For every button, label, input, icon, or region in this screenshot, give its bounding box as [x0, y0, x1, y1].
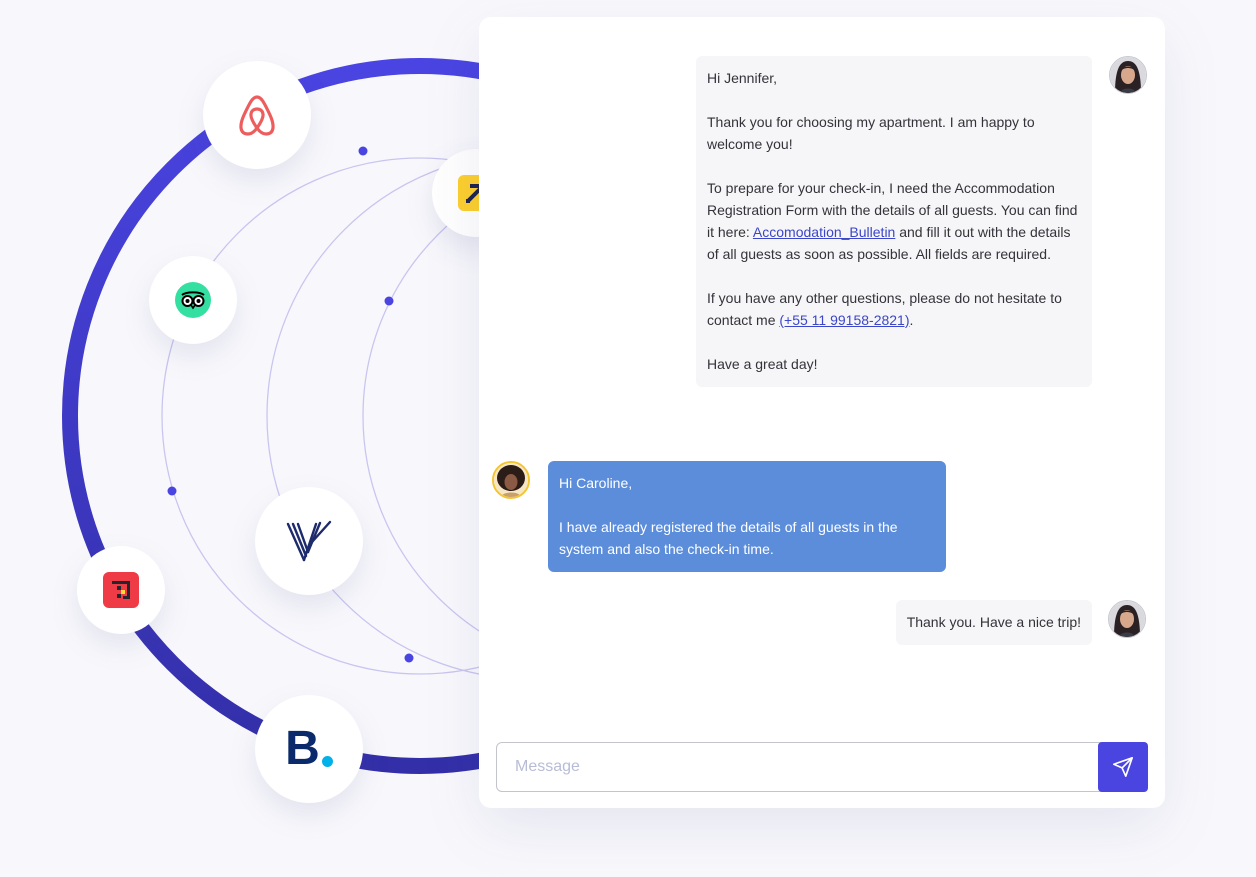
- host-avatar-image: [1109, 601, 1145, 637]
- message-text: Thank you. Have a nice trip!: [906, 614, 1081, 630]
- message-paragraph: Thank you. Have a nice trip!: [907, 611, 1081, 633]
- booking-logo: B: [255, 695, 363, 803]
- message-paragraph: Hi Jennifer,: [707, 67, 1081, 89]
- orbit-dot: [167, 486, 177, 496]
- guest-avatar: [492, 461, 530, 499]
- send-icon: [1113, 757, 1133, 777]
- message-input[interactable]: [496, 742, 1106, 792]
- host-avatar-image: [1110, 57, 1146, 93]
- message-paragraph: If you have any other questions, please …: [707, 287, 1081, 331]
- message-paragraph: Thank you for choosing my apartment. I a…: [707, 111, 1081, 155]
- message-bubble: Hi Caroline, I have already registered th…: [548, 461, 946, 572]
- message-text: Have a great day!: [707, 356, 818, 372]
- airbnb-icon: [239, 95, 275, 136]
- orbit-dot: [404, 653, 414, 663]
- host-avatar: [1109, 56, 1147, 94]
- host-avatar: [1108, 600, 1146, 638]
- message-link[interactable]: (+55 11 99158-2821): [779, 312, 909, 328]
- message-bubble: Thank you. Have a nice trip!: [895, 600, 1092, 645]
- hostfully-icon: [103, 572, 139, 608]
- message-paragraph: I have already registered the details of…: [559, 516, 935, 560]
- chat-panel: Hi Jennifer, Thank you for choosing my ap…: [479, 17, 1165, 808]
- hostfully-logo: [77, 546, 165, 634]
- message-paragraph: Have a great day!: [707, 353, 1081, 375]
- guest-avatar-image: [494, 463, 528, 497]
- tripadvisor-logo: [149, 256, 237, 344]
- message-text: I have already registered the details of…: [559, 519, 898, 557]
- message-paragraph: Hi Caroline,: [559, 472, 935, 494]
- vrbo-icon: [286, 520, 332, 562]
- orbit-dot: [384, 296, 394, 306]
- send-button[interactable]: [1098, 742, 1148, 792]
- message-text: .: [909, 312, 914, 328]
- booking-icon: B: [285, 725, 333, 773]
- message-link[interactable]: Accomodation_Bulletin: [753, 224, 895, 240]
- message-bubble: Hi Jennifer, Thank you for choosing my ap…: [696, 56, 1092, 387]
- vrbo-logo: [255, 487, 363, 595]
- tripadvisor-icon: [175, 282, 211, 318]
- message-text: Hi Jennifer,: [707, 70, 778, 86]
- orbit-dot: [358, 146, 368, 156]
- airbnb-logo: [203, 61, 311, 169]
- booking-glyph: B: [285, 722, 320, 775]
- message-text: Thank you for choosing my apartment. I a…: [707, 114, 1035, 152]
- booking-dot: [321, 756, 333, 767]
- message-text: Hi Caroline,: [559, 475, 633, 491]
- message-paragraph: To prepare for your check-in, I need the…: [707, 177, 1081, 265]
